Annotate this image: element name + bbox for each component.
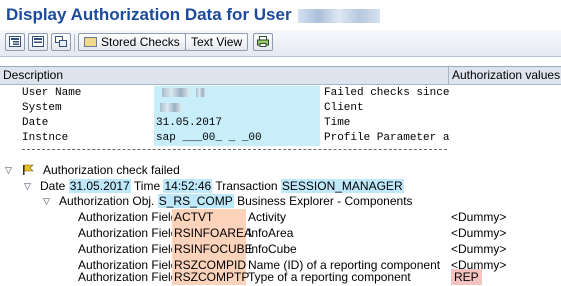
field-name: RSINFOCUBE: [172, 241, 253, 257]
failed-label: Authorization check failed: [43, 163, 180, 177]
object-description: Business Explorer - Components: [237, 194, 413, 208]
info-key: Date: [22, 117, 49, 129]
field-label: Authorization Field: [78, 226, 178, 240]
info-key: User Name: [22, 87, 82, 99]
field-value: <Dummy>: [451, 210, 507, 224]
field-name: RSINFOAREA: [172, 225, 253, 241]
dashed-divider: [22, 149, 447, 151]
info-value: 31.05.2017: [154, 116, 320, 131]
field-value-error: REP: [451, 269, 482, 285]
expand-subtree-button[interactable]: [51, 33, 71, 51]
info-row-date: Date 31.05.2017 Time: [0, 116, 561, 131]
stored-checks-label: Stored Checks: [101, 35, 180, 49]
print-icon: [257, 36, 269, 47]
field-description: Activity: [248, 210, 287, 224]
transaction-label: Transaction: [215, 179, 278, 193]
info-right-label: Failed checks since: [324, 87, 450, 99]
title-text: Display Authorization Data for User: [6, 5, 292, 24]
field-row[interactable]: Authorization Field RSINFOAREA InfoArea …: [0, 225, 561, 241]
info-row-username: User Name Failed checks since: [0, 86, 561, 101]
print-button[interactable]: [253, 33, 273, 51]
field-row[interactable]: Authorization Field RSZCOMPTP Type of a …: [0, 269, 561, 285]
field-description: InfoArea: [248, 226, 294, 240]
separator-line: [0, 149, 561, 151]
redacted-value: [160, 102, 182, 112]
folder-icon: [84, 37, 97, 47]
warning-flag-icon: [23, 164, 34, 175]
authorization-grid: Description Authorization values User Na…: [0, 66, 561, 286]
collapse-all-button[interactable]: [28, 33, 48, 51]
info-row-instance: Instnce sap ___00_ _ _00 Profile Paramet…: [0, 131, 561, 146]
field-label: Authorization Field: [78, 242, 178, 256]
column-authorization-values[interactable]: Authorization values: [448, 67, 560, 84]
object-line: Authorization Obj. S_RS_COMP Business Ex…: [59, 193, 413, 209]
expand-subtree-icon: [55, 36, 67, 47]
expand-all-button[interactable]: [5, 33, 25, 51]
window-title: Display Authorization Data for User: [6, 2, 380, 28]
date-label: Date: [40, 179, 66, 193]
info-right-label: Client: [324, 102, 364, 114]
redacted-username: [297, 8, 380, 23]
date-line: Date 31.05.2017 Time 14:52:46 Transactio…: [40, 178, 404, 194]
text-view-button[interactable]: Text View: [185, 33, 249, 51]
field-value: <Dummy>: [451, 226, 507, 240]
stored-checks-button[interactable]: Stored Checks: [78, 33, 186, 51]
info-right-label: Profile Parameter a: [324, 132, 450, 144]
info-key: Instnce: [22, 132, 69, 144]
object-value: S_RS_COMP: [157, 194, 234, 208]
field-description: InfoCube: [248, 242, 297, 256]
info-right-label: Time: [324, 117, 351, 129]
field-value: <Dummy>: [451, 242, 507, 256]
info-value: [154, 86, 320, 101]
object-label: Authorization Obj.: [59, 194, 155, 208]
column-description[interactable]: Description: [3, 68, 63, 83]
collapse-toggle-icon[interactable]: ▽: [43, 193, 50, 209]
expand-all-icon: [9, 36, 21, 47]
text-view-label: Text View: [191, 35, 243, 49]
tree-node-failed[interactable]: ▽ Authorization check failed: [0, 162, 561, 178]
collapse-toggle-icon[interactable]: ▽: [5, 162, 12, 178]
date-value: 31.05.2017: [68, 179, 131, 193]
grid-header: Description Authorization values: [0, 67, 561, 85]
redacted-value: [162, 87, 190, 97]
collapse-toggle-icon[interactable]: ▽: [24, 178, 31, 194]
field-label: Authorization Field: [78, 270, 178, 284]
redacted-value: [196, 87, 206, 97]
transaction-value: SESSION_MANAGER: [280, 179, 404, 193]
time-label: Time: [133, 179, 161, 193]
tree-node-object[interactable]: ▽ Authorization Obj. S_RS_COMP Business …: [0, 193, 561, 209]
info-value: [154, 101, 320, 116]
time-value: 14:52:46: [163, 179, 213, 193]
info-key: System: [22, 102, 62, 114]
field-label: Authorization Field: [78, 210, 178, 224]
field-row[interactable]: Authorization Field RSINFOCUBE InfoCube …: [0, 241, 561, 257]
field-description: Type of a reporting component: [248, 270, 411, 284]
field-name: ACTVT: [172, 209, 246, 225]
toolbar-separator: [74, 34, 75, 52]
field-row[interactable]: Authorization Field ACTVT Activity <Dumm…: [0, 209, 561, 225]
field-name: RSZCOMPTP: [172, 269, 250, 285]
tree-node-date[interactable]: ▽ Date 31.05.2017 Time 14:52:46 Transact…: [0, 178, 561, 194]
toolbar: Stored Checks Text View: [0, 30, 561, 57]
info-row-system: System Client: [0, 101, 561, 116]
collapse-all-icon: [32, 36, 44, 47]
info-value: sap ___00_ _ _00: [154, 131, 320, 146]
